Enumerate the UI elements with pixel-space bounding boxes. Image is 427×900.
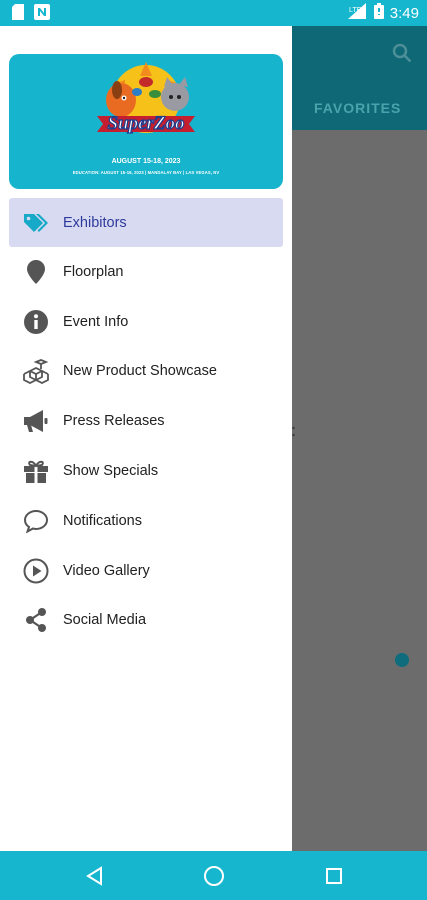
event-banner: SuperZoo AUGUST 15-18, 2023 EDUCATION: A…	[9, 54, 283, 189]
banner-dates: AUGUST 15-18, 2023	[111, 158, 181, 165]
menu-item-social-media[interactable]: Social Media	[0, 596, 292, 646]
battery-icon	[373, 3, 384, 23]
gift-icon	[22, 457, 50, 485]
menu-item-notifications[interactable]: Notifications	[0, 496, 292, 546]
menu-item-exhibitors[interactable]: Exhibitors	[9, 198, 283, 247]
logo-wordmark: SuperZoo	[107, 113, 184, 134]
home-icon[interactable]	[201, 863, 227, 889]
svg-text:LTE: LTE	[349, 7, 362, 14]
menu-label: Exhibitors	[63, 214, 127, 231]
menu-label: Event Info	[63, 313, 129, 330]
system-nav-bar	[0, 851, 427, 900]
info-icon	[22, 308, 50, 336]
map-pin-icon	[22, 258, 50, 286]
floating-dot[interactable]	[395, 653, 409, 667]
menu-label: Notifications	[63, 512, 142, 529]
cubes-icon	[22, 357, 50, 385]
search-icon[interactable]	[391, 42, 413, 69]
background-app-scrim[interactable]: FAVORITES	[292, 26, 427, 851]
share-icon	[22, 606, 50, 634]
recents-icon[interactable]	[321, 863, 347, 889]
superzoo-logo: SuperZoo	[97, 62, 195, 135]
menu-item-video-gallery[interactable]: Video Gallery	[0, 546, 292, 596]
menu-item-floorplan[interactable]: Floorplan	[0, 247, 292, 297]
menu-label: Floorplan	[63, 263, 124, 280]
menu-label: New Product Showcase	[63, 363, 217, 380]
background-divider	[292, 426, 295, 437]
menu-label: Video Gallery	[63, 562, 150, 579]
menu-label: Show Specials	[63, 463, 159, 480]
chat-bubble-icon	[22, 507, 50, 535]
wifi-signal-icon: LTE	[347, 3, 368, 23]
megaphone-icon	[22, 407, 50, 435]
menu-item-new-product-showcase[interactable]: New Product Showcase	[0, 347, 292, 397]
sd-card-icon	[12, 4, 24, 25]
navigation-drawer: SuperZoo AUGUST 15-18, 2023 EDUCATION: A…	[0, 26, 292, 851]
drawer-menu: Exhibitors Floorplan Event Info New Prod…	[0, 198, 292, 645]
status-time: 3:49	[389, 4, 419, 22]
play-circle-icon	[22, 557, 50, 585]
status-bar: LTE 3:49	[0, 0, 427, 26]
banner-subline: EDUCATION: AUGUST 15-16, 2023 | MANDALAY…	[72, 170, 220, 175]
menu-label: Social Media	[63, 612, 147, 629]
tab-favorites[interactable]: FAVORITES	[314, 100, 401, 116]
n-notification-icon	[34, 4, 50, 25]
background-toolbar: FAVORITES	[292, 26, 427, 130]
menu-label: Press Releases	[63, 413, 165, 430]
tag-icon	[22, 209, 50, 237]
back-icon[interactable]	[82, 863, 108, 889]
menu-item-show-specials[interactable]: Show Specials	[0, 446, 292, 496]
menu-item-event-info[interactable]: Event Info	[0, 297, 292, 347]
menu-item-press-releases[interactable]: Press Releases	[0, 396, 292, 446]
